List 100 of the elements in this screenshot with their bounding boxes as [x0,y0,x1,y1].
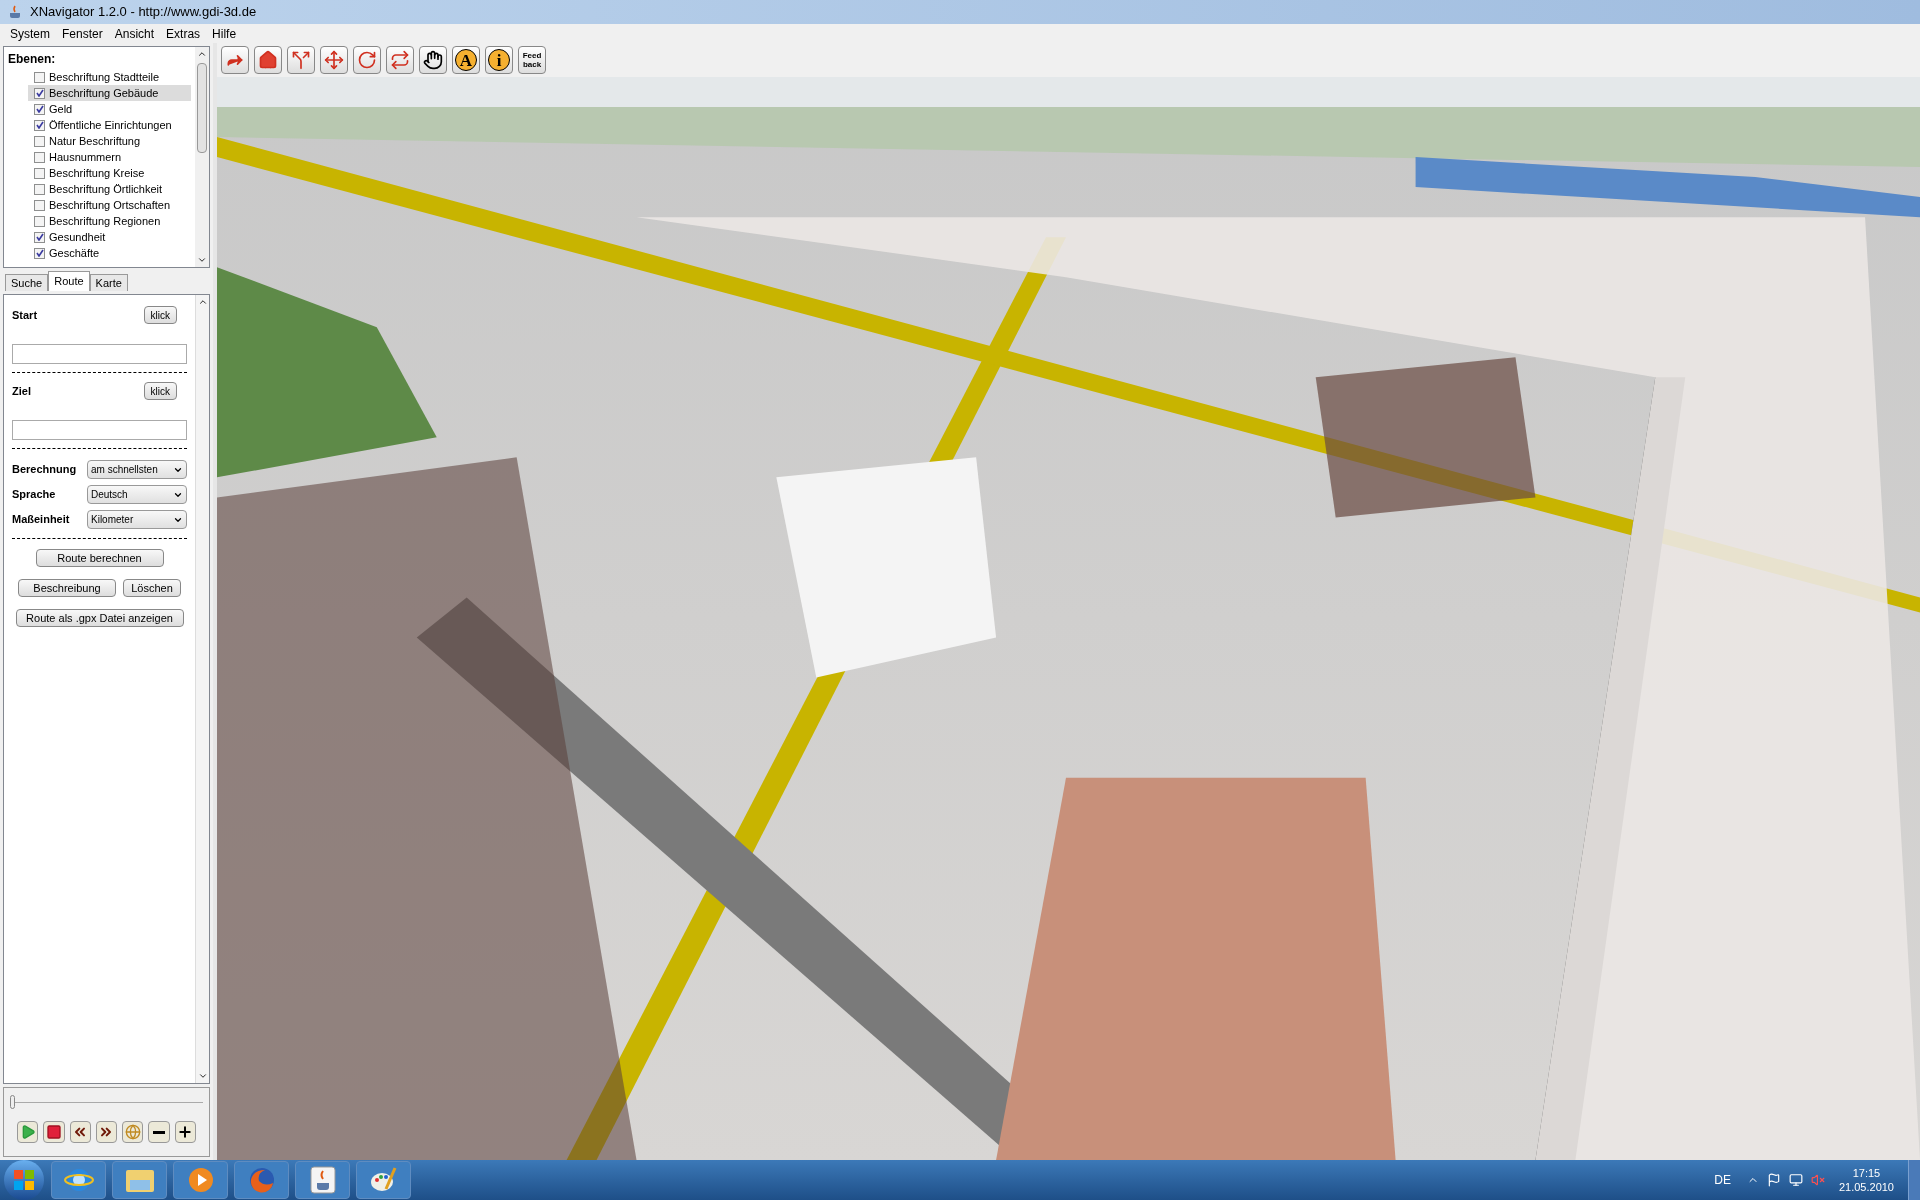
coffee-cup-icon [8,5,22,19]
scrollbar[interactable] [195,47,209,267]
layer-label: Beschriftung Gebäude [49,85,159,101]
pick-button[interactable]: klick [143,382,177,400]
coffee-cup-icon [308,1165,337,1195]
layer-item[interactable]: Beschriftung Stadtteile [28,69,191,85]
menu-item[interactable]: Ansicht [108,24,161,43]
layer-item[interactable]: Gesundheit [28,229,191,245]
layer-item[interactable]: Beschriftung Ortschaften [28,197,191,213]
dropdown[interactable]: Kilometer [87,510,187,529]
swap-arrows-icon [390,50,410,70]
layer-item[interactable]: Hausnummern [28,149,191,165]
layer-label: Beschriftung Örtlichkeit [49,181,163,197]
layer-item[interactable]: Geschäfte [28,245,191,261]
field-label: Berechnung [12,462,77,478]
menu-item[interactable]: Hilfe [206,24,243,43]
dropdown[interactable]: Deutsch [87,485,187,504]
taskbar-button[interactable] [356,1161,411,1199]
stop-icon [45,1124,62,1140]
field-label: Maßeinheit [12,512,70,528]
scroll-up-icon [197,49,207,59]
layer-label: Beschriftung Ortschaften [49,197,171,213]
clock[interactable]: 17:15 21.05.2010 [1838,1166,1894,1194]
scroll-thumb[interactable] [197,63,207,153]
playback-button[interactable] [95,1121,118,1143]
tab[interactable]: Karte [89,274,128,291]
menu-item[interactable]: System [4,24,56,43]
taskbar-button[interactable] [51,1161,106,1199]
move-icon [324,50,344,70]
network-icon[interactable] [1788,1173,1803,1187]
checkbox[interactable] [34,71,45,83]
checkbox[interactable] [34,199,45,211]
layer-item[interactable]: Natur Beschriftung [28,133,191,149]
field-label: Ziel [12,383,31,399]
checkbox[interactable] [34,135,45,147]
feedback-button[interactable]: Feed back [518,46,546,74]
taskbar-button[interactable] [295,1161,350,1199]
rotate-icon [357,50,377,70]
checkbox[interactable] [34,103,45,115]
location-input[interactable] [12,420,187,440]
calculate-route-button[interactable]: Route berechnen [35,549,164,567]
house-icon [258,50,278,70]
layer-item[interactable]: Beschriftung Gebäude [28,85,191,101]
checkbox[interactable] [34,231,45,243]
playback-button[interactable] [148,1121,170,1143]
layer-item[interactable]: Beschriftung Örtlichkeit [28,181,191,197]
layer-label: Geschäfte [49,245,100,261]
layer-item[interactable]: Beschriftung Kreise [28,165,191,181]
checkbox[interactable] [34,247,45,259]
playback-button[interactable] [69,1121,91,1143]
checkbox[interactable] [34,151,45,163]
window-title: XNavigator 1.2.0 - http://www.gdi-3d.de [30,3,257,22]
layer-item[interactable]: Öffentliche Einrichtungen [28,117,191,133]
menu-item[interactable]: Fenster [56,24,109,43]
split-arrow-icon [291,50,311,70]
layer-label: Hausnummern [49,149,122,165]
layer-item[interactable]: Geld [28,101,191,117]
layer-label: Natur Beschriftung [49,133,141,149]
delete-button[interactable]: Löschen [123,579,181,597]
layer-label: Gesundheit [49,229,106,245]
field-label: Start [12,307,38,323]
scroll-down-icon [197,255,207,265]
layer-label: Geld [49,101,73,117]
hand-icon [423,50,443,70]
muted-speaker-icon[interactable] [1810,1173,1825,1187]
start-button[interactable] [4,1160,44,1200]
playback-button[interactable] [174,1121,196,1143]
checkbox[interactable] [34,215,45,227]
scrollbar[interactable] [195,295,209,1083]
tab[interactable]: Suche [5,274,49,291]
checkbox[interactable] [34,183,45,195]
clock-time: 17:15 [1852,1166,1881,1180]
menu-item[interactable]: Extras [160,24,207,43]
checkbox[interactable] [34,87,45,99]
field-label: Sprache [12,487,56,503]
checkbox[interactable] [34,119,45,131]
toolbar-button[interactable]: i [485,46,513,74]
slider-thumb[interactable] [10,1095,15,1109]
dropdown[interactable]: am schnellsten [87,460,187,479]
layer-label: Öffentliche Einrichtungen [49,117,172,133]
layer-item[interactable]: Beschriftung Regionen [28,213,191,229]
scroll-up-icon [197,297,208,307]
minus-icon [153,1130,166,1134]
checkbox[interactable] [34,167,45,179]
scroll-down-icon [197,1071,208,1081]
flag-icon[interactable] [1766,1173,1781,1187]
media-player-icon [186,1166,215,1194]
taskbar-button[interactable] [173,1161,228,1199]
language-indicator[interactable]: DE [1714,1171,1731,1189]
taskbar-button[interactable] [112,1161,167,1199]
pick-button[interactable]: klick [143,306,177,324]
taskbar-button[interactable] [234,1161,289,1199]
layer-label: Beschriftung Stadtteile [49,69,160,85]
show-gpx-button[interactable]: Route als .gpx Datei anzeigen [15,609,184,627]
layer-label: Beschriftung Kreise [49,165,145,181]
tab[interactable]: Route [48,271,90,291]
toolbar-button[interactable] [419,46,447,74]
location-input[interactable] [12,344,187,364]
toolbar-button[interactable]: A [452,46,480,74]
description-button[interactable]: Beschreibung [18,579,116,597]
